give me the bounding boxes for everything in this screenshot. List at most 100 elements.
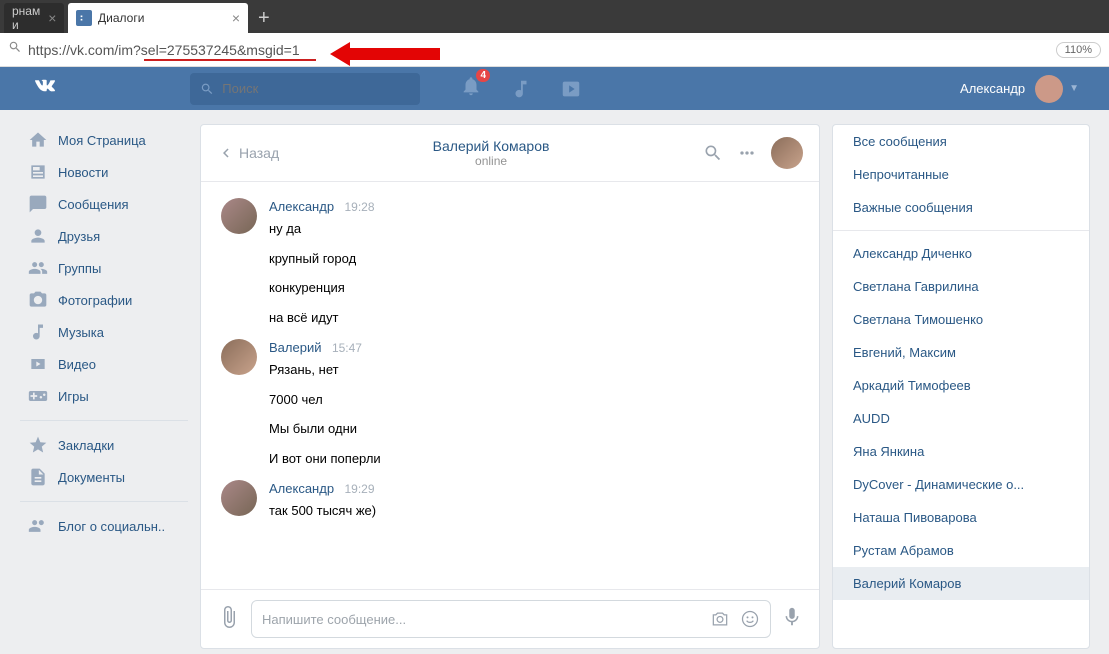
avatar[interactable] — [221, 198, 257, 234]
contact-item-active[interactable]: Валерий Комаров — [833, 567, 1089, 600]
sidebar-label: Фотографии — [58, 293, 132, 308]
avatar[interactable] — [221, 339, 257, 375]
sidebar-label: Моя Страница — [58, 133, 146, 148]
sidebar-item-photos[interactable]: Фотографии — [20, 284, 188, 316]
music-icon[interactable] — [510, 78, 532, 100]
avatar[interactable] — [221, 480, 257, 516]
zoom-indicator[interactable]: 110% — [1056, 42, 1101, 58]
divider — [20, 420, 188, 421]
notification-badge: 4 — [476, 69, 490, 82]
message-block: Александр 19:28 ну да крупный город конк… — [221, 198, 799, 327]
chevron-down-icon: ▼ — [1069, 83, 1079, 94]
search-input[interactable] — [222, 81, 410, 96]
contact-item[interactable]: Наташа Пивоварова — [833, 501, 1089, 534]
attach-button[interactable] — [217, 605, 241, 634]
filter-important[interactable]: Важные сообщения — [833, 191, 1089, 224]
sidebar-label: Музыка — [58, 325, 104, 340]
divider — [20, 501, 188, 502]
sidebar-item-bookmarks[interactable]: Закладки — [20, 429, 188, 461]
message-text: конкуренция — [269, 278, 799, 298]
contact-item[interactable]: Светлана Гаврилина — [833, 270, 1089, 303]
url-highlight — [144, 59, 316, 61]
back-button[interactable]: Назад — [217, 144, 279, 162]
sidebar-item-documents[interactable]: Документы — [20, 461, 188, 493]
tab-title: Диалоги — [98, 11, 144, 25]
voice-button[interactable] — [781, 606, 803, 633]
search-bar[interactable] — [190, 73, 420, 105]
sidebar-item-my-page[interactable]: Моя Страница — [20, 124, 188, 156]
games-icon — [28, 386, 48, 406]
sidebar-label: Сообщения — [58, 197, 129, 212]
contact-item[interactable]: DyCover - Динамические о... — [833, 468, 1089, 501]
browser-tabs-bar: рнам и × Диалоги × + — [0, 0, 1109, 33]
contact-item[interactable]: Светлана Тимошенко — [833, 303, 1089, 336]
browser-tab[interactable]: рнам и × — [4, 3, 64, 33]
photos-icon — [28, 290, 48, 310]
sidebar: Моя Страница Новости Сообщения Друзья Гр… — [20, 124, 188, 649]
conversations-panel: Все сообщения Непрочитанные Важные сообщ… — [832, 124, 1090, 649]
message-input-wrap — [251, 600, 771, 638]
music-icon — [28, 322, 48, 342]
chat-header: Назад Валерий Комаров online — [201, 125, 819, 182]
message-time: 15:47 — [332, 341, 362, 355]
message-text: крупный город — [269, 249, 799, 269]
message-text: ну да — [269, 219, 799, 239]
chat-title[interactable]: Валерий Комаров online — [279, 138, 703, 168]
home-icon — [28, 130, 48, 150]
search-icon[interactable] — [703, 143, 723, 163]
user-menu[interactable]: Александр ▼ — [960, 75, 1109, 103]
sidebar-item-news[interactable]: Новости — [20, 156, 188, 188]
sidebar-label: Блог о социальн.. — [58, 519, 165, 534]
url-bar: 110% — [0, 33, 1109, 67]
chevron-left-icon — [217, 144, 235, 162]
sidebar-label: Группы — [58, 261, 101, 276]
tab-title: рнам и — [12, 4, 40, 32]
message-text: Мы были одни — [269, 419, 799, 439]
search-icon — [8, 40, 22, 59]
sidebar-item-messages[interactable]: Сообщения — [20, 188, 188, 220]
contact-status: online — [279, 154, 703, 168]
message-author[interactable]: Александр — [269, 199, 334, 214]
contact-item[interactable]: AUDD — [833, 402, 1089, 435]
sidebar-item-games[interactable]: Игры — [20, 380, 188, 412]
message-text: И вот они поперли — [269, 449, 799, 469]
sidebar-item-friends[interactable]: Друзья — [20, 220, 188, 252]
contact-item[interactable]: Аркадий Тимофеев — [833, 369, 1089, 402]
close-icon[interactable]: × — [40, 10, 56, 26]
message-input[interactable] — [262, 612, 710, 627]
browser-tab-active[interactable]: Диалоги × — [68, 3, 248, 33]
sidebar-item-music[interactable]: Музыка — [20, 316, 188, 348]
url-input[interactable] — [28, 42, 1056, 58]
message-author[interactable]: Александр — [269, 481, 334, 496]
contact-name: Валерий Комаров — [279, 138, 703, 154]
contact-item[interactable]: Евгений, Максим — [833, 336, 1089, 369]
notifications-button[interactable]: 4 — [460, 75, 482, 102]
contact-item[interactable]: Александр Диченко — [833, 237, 1089, 270]
sidebar-item-video[interactable]: Видео — [20, 348, 188, 380]
message-text: на всё идут — [269, 308, 799, 328]
annotation-arrow — [330, 40, 440, 68]
chat-body: Александр 19:28 ну да крупный город конк… — [201, 182, 819, 589]
message-author[interactable]: Валерий — [269, 340, 321, 355]
sidebar-item-groups[interactable]: Группы — [20, 252, 188, 284]
contact-item[interactable]: Яна Янкина — [833, 435, 1089, 468]
camera-icon[interactable] — [710, 609, 730, 629]
more-icon[interactable] — [737, 143, 757, 163]
chat-panel: Назад Валерий Комаров online Александр 1… — [200, 124, 820, 649]
avatar — [1035, 75, 1063, 103]
sidebar-item-blog[interactable]: Блог о социальн.. — [20, 510, 188, 542]
contact-item[interactable]: Рустам Абрамов — [833, 534, 1089, 567]
messages-icon — [28, 194, 48, 214]
play-icon[interactable] — [560, 78, 582, 100]
close-icon[interactable]: × — [224, 10, 240, 26]
filter-all[interactable]: Все сообщения — [833, 125, 1089, 158]
blog-icon — [28, 516, 48, 536]
filter-unread[interactable]: Непрочитанные — [833, 158, 1089, 191]
avatar[interactable] — [771, 137, 803, 169]
sidebar-label: Документы — [58, 470, 125, 485]
message-text: 7000 чел — [269, 390, 799, 410]
new-tab-button[interactable]: + — [248, 3, 280, 33]
vk-logo[interactable] — [30, 71, 60, 106]
emoji-icon[interactable] — [740, 609, 760, 629]
news-icon — [28, 162, 48, 182]
